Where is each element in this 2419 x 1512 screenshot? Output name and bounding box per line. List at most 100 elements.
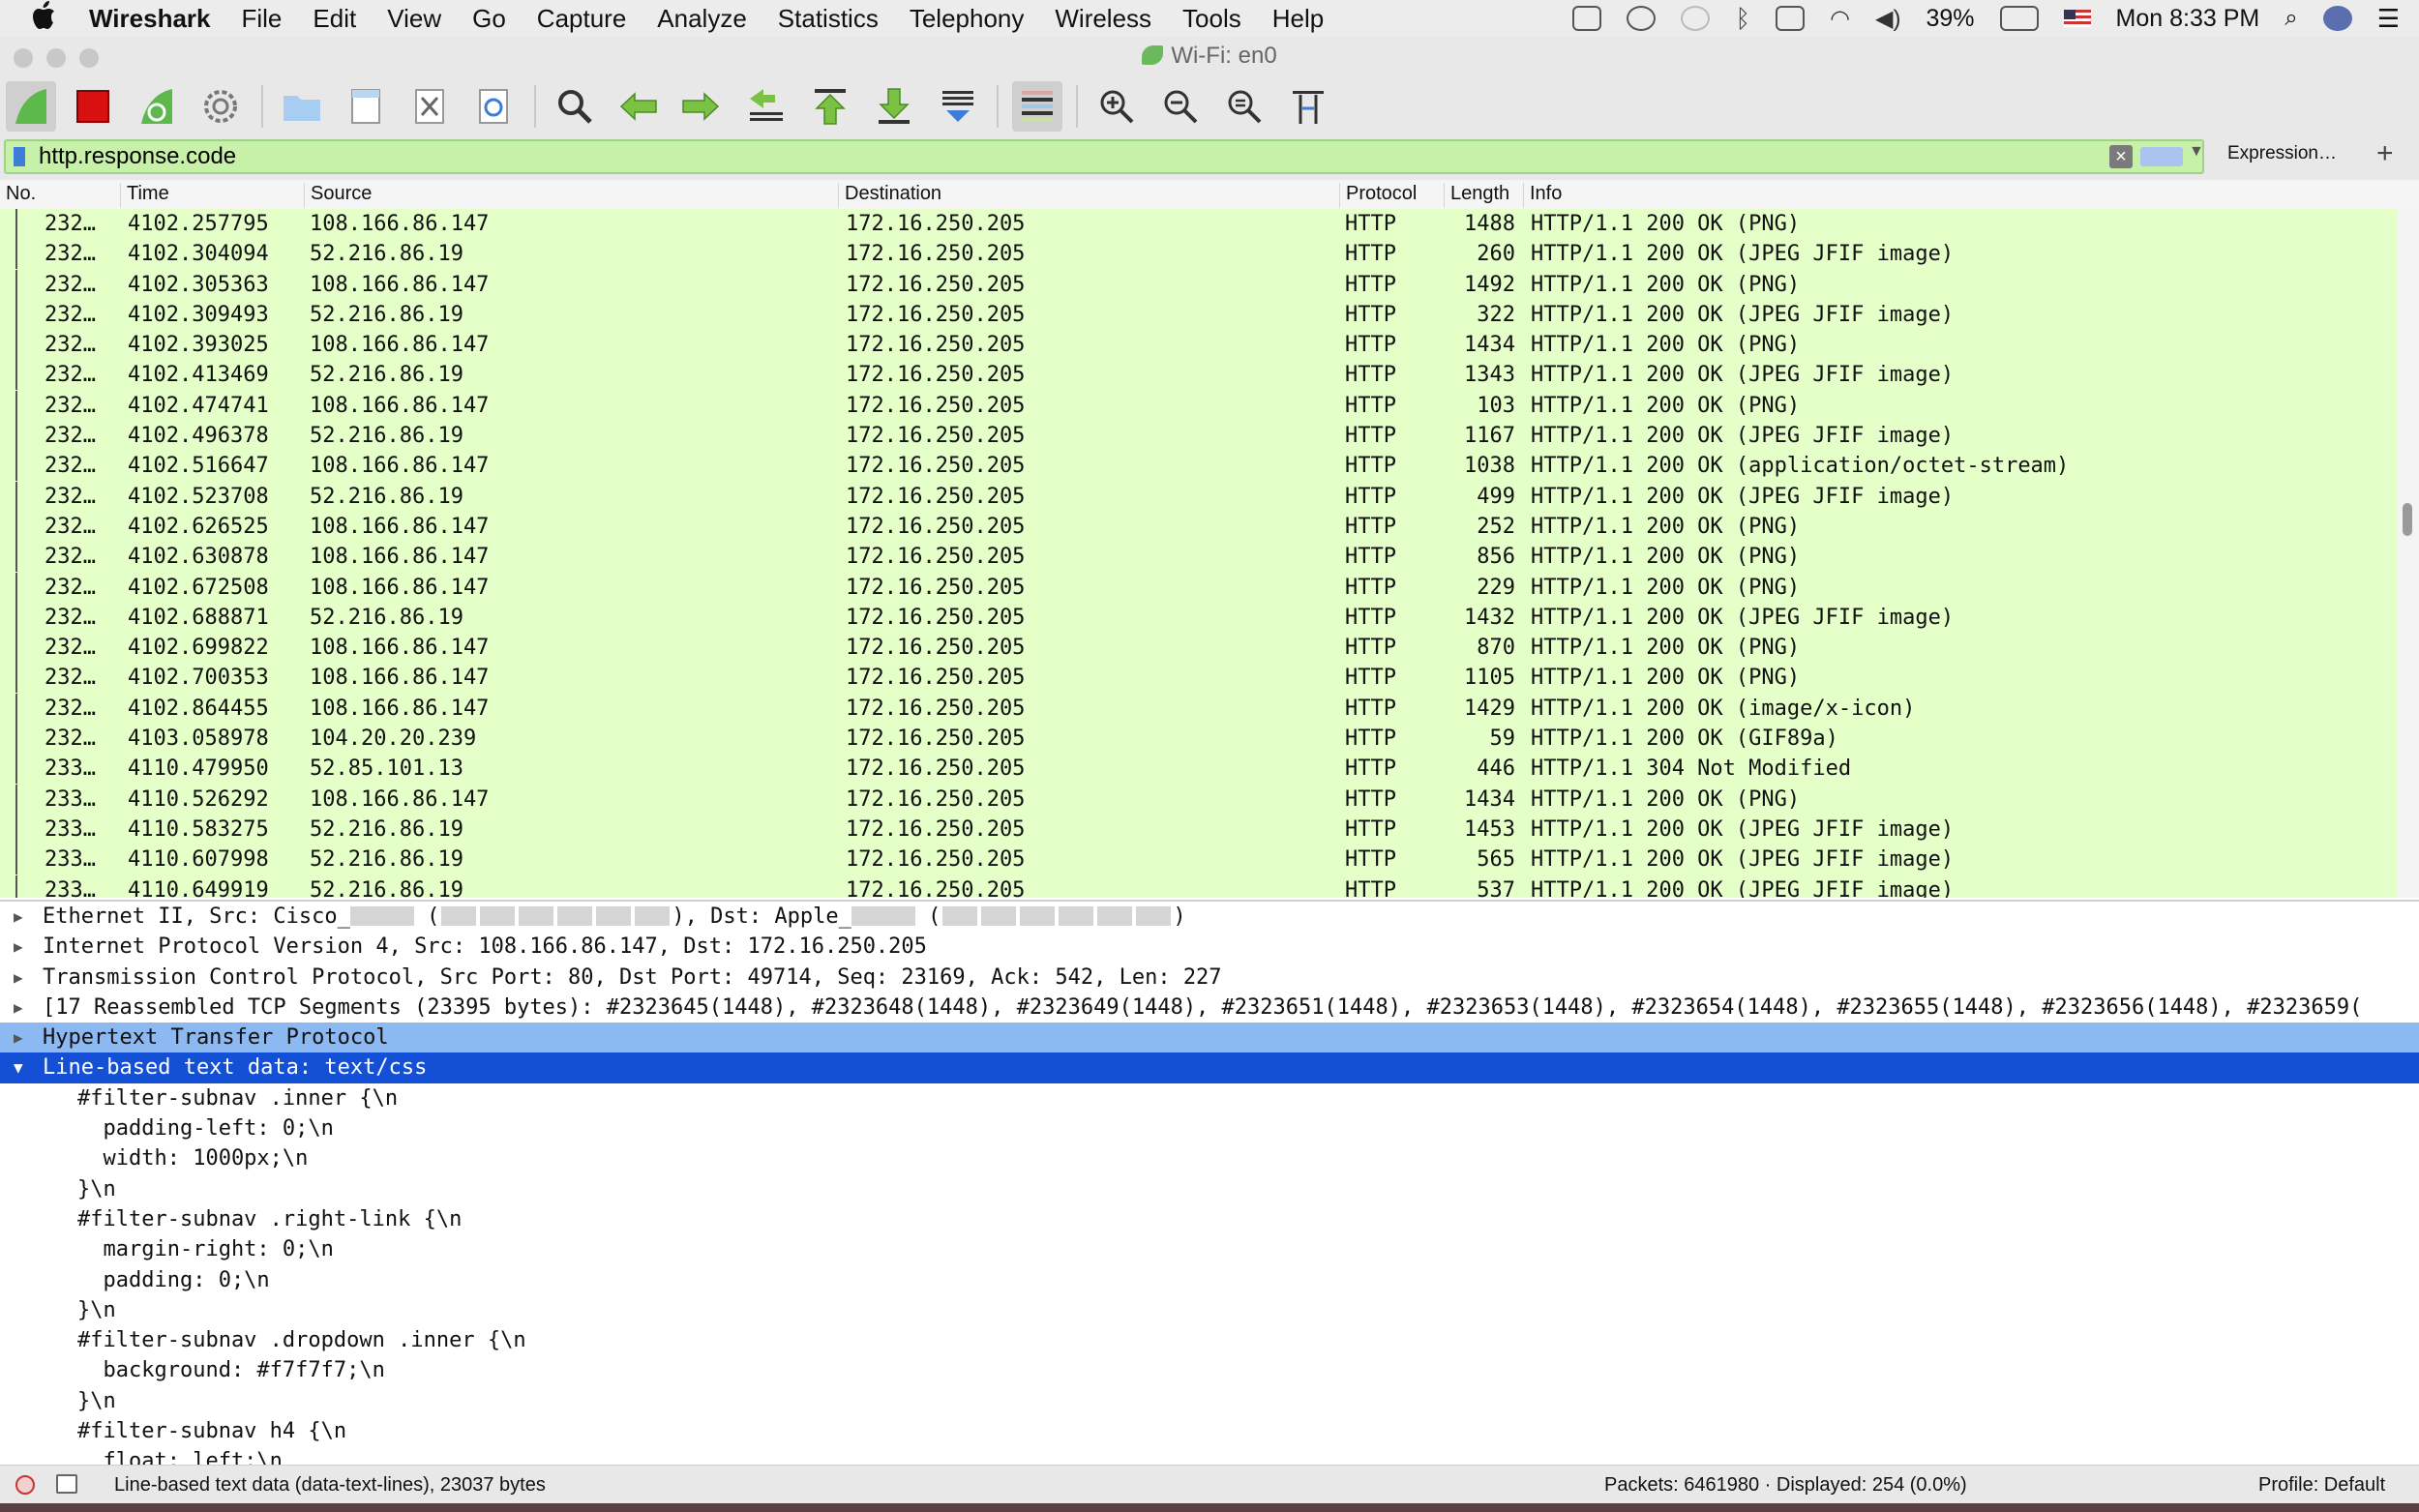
- packet-row[interactable]: 232… 4102.523708 52.216.86.19 172.16.250.20…: [0, 481, 2398, 512]
- first-packet-button[interactable]: [805, 81, 855, 132]
- creative-cloud-icon[interactable]: [1572, 6, 1602, 31]
- go-to-packet-button[interactable]: [741, 81, 791, 132]
- zoom-in-button[interactable]: [1091, 81, 1142, 132]
- tree-item-tcp[interactable]: ▶ Transmission Control Protocol, Src Por…: [0, 963, 2419, 993]
- menu-telephony[interactable]: Telephony: [910, 4, 1025, 34]
- save-file-button[interactable]: [341, 81, 391, 132]
- packet-row[interactable]: 233… 4110.607998 52.216.86.19 172.16.250.20…: [0, 845, 2398, 875]
- packet-row[interactable]: 232… 4102.257795 108.166.86.147 172.16.250.…: [0, 209, 2398, 239]
- record-icon[interactable]: [1681, 6, 1711, 31]
- packet-row[interactable]: 232… 4102.672508 108.166.86.147 172.16.250.…: [0, 572, 2398, 603]
- expand-arrow-icon[interactable]: ▶: [14, 902, 23, 932]
- go-forward-button[interactable]: [675, 81, 726, 132]
- expand-arrow-icon[interactable]: ▶: [14, 1023, 23, 1052]
- menu-analyze[interactable]: Analyze: [657, 4, 747, 34]
- notification-center-icon[interactable]: ☰: [2377, 4, 2400, 34]
- capture-comment-icon[interactable]: [56, 1474, 77, 1494]
- last-packet-button[interactable]: [869, 81, 919, 132]
- css-line[interactable]: #filter-subnav .right-link {\n: [0, 1204, 2419, 1234]
- zoom-out-button[interactable]: [1155, 81, 1206, 132]
- clock[interactable]: Mon 8:33 PM: [2116, 5, 2260, 33]
- css-line[interactable]: margin-right: 0;\n: [0, 1234, 2419, 1264]
- packet-list-scrollbar[interactable]: [2398, 209, 2419, 898]
- tree-item-line-based-text[interactable]: ▼ Line-based text data: text/css: [0, 1052, 2419, 1083]
- packet-row[interactable]: 232… 4102.516647 108.166.86.147 172.16.250.…: [0, 451, 2398, 482]
- clear-filter-icon[interactable]: ×: [2109, 145, 2133, 168]
- menu-edit[interactable]: Edit: [313, 4, 356, 34]
- css-line[interactable]: }\n: [0, 1295, 2419, 1325]
- packet-row[interactable]: 232… 4102.700353 108.166.86.147 172.16.250.…: [0, 663, 2398, 694]
- css-line[interactable]: padding-left: 0;\n: [0, 1113, 2419, 1143]
- autoscroll-button[interactable]: [933, 81, 983, 132]
- tree-item-http[interactable]: ▶ Hypertext Transfer Protocol: [0, 1023, 2419, 1053]
- wifi-icon[interactable]: ◠: [1830, 5, 1850, 33]
- menu-statistics[interactable]: Statistics: [778, 4, 879, 34]
- css-line[interactable]: }\n: [0, 1386, 2419, 1416]
- status-profile[interactable]: Profile: Default: [2258, 1474, 2385, 1497]
- user-avatar-icon[interactable]: [2322, 6, 2352, 31]
- volume-icon[interactable]: ◀): [1875, 5, 1900, 33]
- column-header-info[interactable]: Info: [1523, 183, 1562, 208]
- packet-row[interactable]: 232… 4102.626525 108.166.86.147 172.16.250.…: [0, 511, 2398, 542]
- css-line[interactable]: #filter-subnav h4 {\n: [0, 1416, 2419, 1446]
- column-header-no[interactable]: No.: [0, 183, 36, 208]
- css-line[interactable]: padding: 0;\n: [0, 1265, 2419, 1295]
- column-header-time[interactable]: Time: [120, 183, 169, 208]
- close-file-button[interactable]: [404, 81, 455, 132]
- apple-icon[interactable]: [31, 0, 60, 37]
- display-filter-input[interactable]: [35, 141, 2113, 172]
- menu-tools[interactable]: Tools: [1182, 4, 1241, 34]
- expand-arrow-icon[interactable]: ▶: [14, 932, 23, 962]
- go-back-button[interactable]: [613, 81, 664, 132]
- css-line[interactable]: background: #f7f7f7;\n: [0, 1355, 2419, 1385]
- packet-row[interactable]: 232… 4102.309493 52.216.86.19 172.16.250.20…: [0, 299, 2398, 330]
- packet-row[interactable]: 232… 4102.474741 108.166.86.147 172.16.250.…: [0, 390, 2398, 421]
- packet-row[interactable]: 232… 4102.630878 108.166.86.147 172.16.250.…: [0, 542, 2398, 573]
- packet-row[interactable]: 232… 4102.304094 52.216.86.19 172.16.250.20…: [0, 239, 2398, 270]
- packet-row[interactable]: 233… 4110.526292 108.166.86.147 172.16.250.…: [0, 784, 2398, 815]
- menu-help[interactable]: Help: [1272, 4, 1324, 34]
- filter-bookmark-icon[interactable]: [14, 147, 25, 166]
- tree-item-reassembled[interactable]: ▶ [17 Reassembled TCP Segments (23395 by…: [0, 993, 2419, 1023]
- reload-file-button[interactable]: [468, 81, 519, 132]
- column-header-destination[interactable]: Destination: [838, 183, 941, 208]
- battery-icon[interactable]: [1999, 6, 2039, 31]
- stop-capture-button[interactable]: [68, 81, 118, 132]
- resize-columns-button[interactable]: [1283, 81, 1333, 132]
- menu-capture[interactable]: Capture: [537, 4, 627, 34]
- tree-item-ethernet[interactable]: ▶ Ethernet II, Src: Cisco_ (), Dst: Appl…: [0, 902, 2419, 932]
- airplay-icon[interactable]: [1776, 6, 1806, 31]
- capture-options-button[interactable]: [195, 81, 246, 132]
- find-packet-button[interactable]: [550, 81, 600, 132]
- app-menu[interactable]: Wireshark: [89, 4, 211, 34]
- packet-row[interactable]: 232… 4102.699822 108.166.86.147 172.16.250.…: [0, 633, 2398, 664]
- packet-row[interactable]: 232… 4102.864455 108.166.86.147 172.16.250.…: [0, 693, 2398, 724]
- scrollbar-thumb[interactable]: [2403, 503, 2412, 536]
- menu-view[interactable]: View: [387, 4, 441, 34]
- restart-capture-button[interactable]: [132, 81, 182, 132]
- spotlight-icon[interactable]: ⌕: [2285, 5, 2297, 32]
- packet-row[interactable]: 232… 4102.413469 52.216.86.19 172.16.250.20…: [0, 360, 2398, 391]
- collapse-arrow-icon[interactable]: ▼: [14, 1052, 23, 1082]
- css-line[interactable]: #filter-subnav .dropdown .inner {\n: [0, 1325, 2419, 1355]
- flag-icon[interactable]: [2063, 10, 2091, 27]
- packet-row[interactable]: 232… 4102.305363 108.166.86.147 172.16.250.…: [0, 269, 2398, 300]
- filter-history-dropdown-icon[interactable]: ▼: [2189, 143, 2204, 161]
- add-filter-button[interactable]: +: [2376, 137, 2394, 170]
- column-header-source[interactable]: Source: [304, 183, 372, 208]
- packet-row[interactable]: 232… 4102.496378 52.216.86.19 172.16.250.20…: [0, 421, 2398, 452]
- tree-item-ip[interactable]: ▶ Internet Protocol Version 4, Src: 108.…: [0, 932, 2419, 962]
- css-line[interactable]: width: 1000px;\n: [0, 1143, 2419, 1173]
- open-file-button[interactable]: [277, 81, 327, 132]
- expand-arrow-icon[interactable]: ▶: [14, 963, 23, 993]
- packet-row[interactable]: 232… 4102.688871 52.216.86.19 172.16.250.20…: [0, 602, 2398, 633]
- expand-arrow-icon[interactable]: ▶: [14, 993, 23, 1023]
- packet-row[interactable]: 233… 4110.583275 52.216.86.19 172.16.250.20…: [0, 814, 2398, 845]
- packet-row[interactable]: 233… 4110.649919 52.216.86.19 172.16.250.20…: [0, 875, 2398, 898]
- css-line[interactable]: float: left;\n: [0, 1446, 2419, 1467]
- apply-filter-arrow-icon[interactable]: [2140, 147, 2183, 166]
- zoom-normal-button[interactable]: [1219, 81, 1269, 132]
- expert-info-icon[interactable]: [15, 1475, 35, 1495]
- menu-file[interactable]: File: [242, 4, 283, 34]
- colorize-button[interactable]: [1012, 81, 1062, 132]
